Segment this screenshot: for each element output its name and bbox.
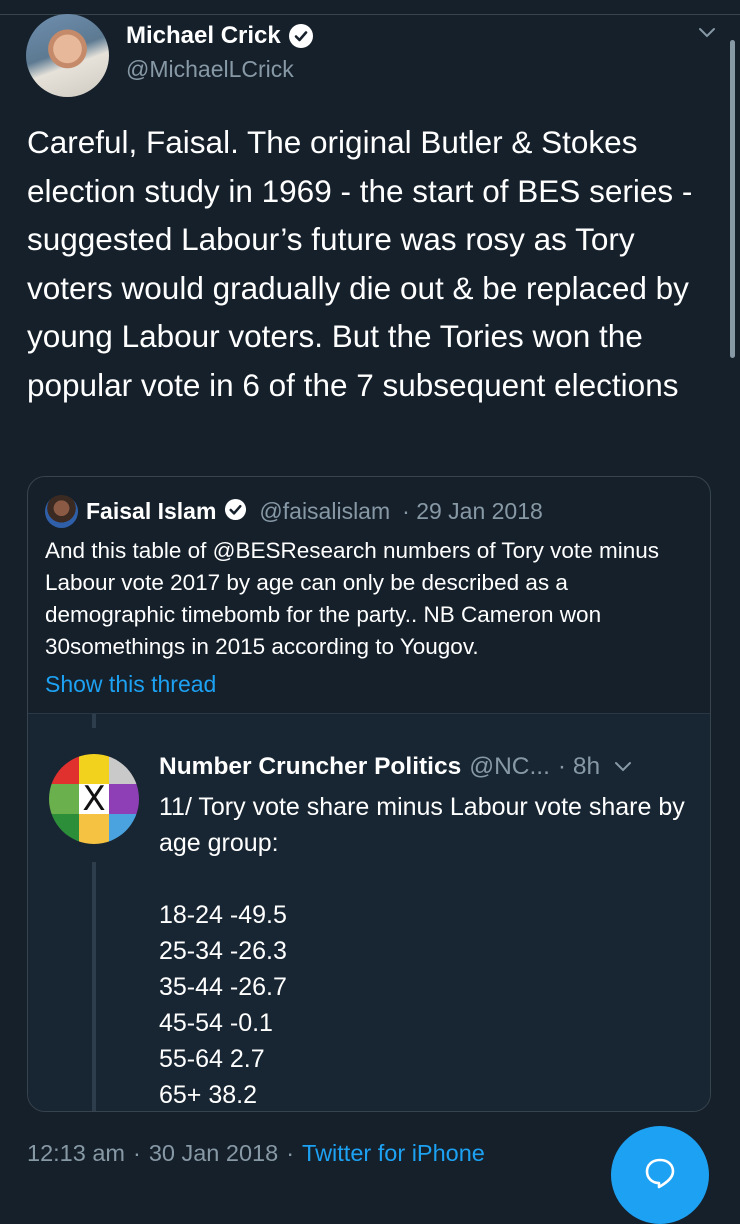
embedded-author-name: Number Cruncher Politics <box>159 753 462 780</box>
quoted-tweet-header: Faisal Islam @faisalislam · 29 Jan 2018 <box>45 495 543 528</box>
author-name-row: Michael Crick <box>126 22 313 50</box>
meta-separator: · <box>132 1140 141 1166</box>
figure-line: 18-24 -49.5 <box>159 901 287 929</box>
verified-badge-icon <box>288 24 313 48</box>
embedded-tweet-figures: 18-24 -49.5 25-34 -26.3 35-44 -26.7 45-5… <box>159 897 287 1111</box>
quoted-author-avatar <box>45 495 78 528</box>
author-name[interactable]: Michael Crick <box>126 22 281 50</box>
quoted-author-name: Faisal Islam <box>86 498 217 524</box>
tweet-time: 12:13 am <box>27 1140 125 1166</box>
quoted-tweet-card[interactable]: Faisal Islam @faisalislam · 29 Jan 2018 … <box>27 476 711 1112</box>
meta-separator: · <box>286 1140 295 1166</box>
tweet-meta: 12:13 am · 30 Jan 2018 · Twitter for iPh… <box>27 1140 485 1167</box>
tweet-body: Careful, Faisal. The original Butler & S… <box>27 124 693 403</box>
tweet-date: 30 Jan 2018 <box>148 1140 279 1166</box>
figure-line: 35-44 -26.7 <box>159 973 287 1001</box>
chevron-down-icon[interactable] <box>698 24 716 42</box>
show-thread-link[interactable]: Show this thread <box>45 671 216 698</box>
embedded-tweet-intro: 11/ Tory vote share minus Labour vote sh… <box>159 793 685 857</box>
author-handle[interactable]: @MichaelLCrick <box>126 56 294 83</box>
top-divider <box>0 0 740 15</box>
figure-line: 55-64 2.7 <box>159 1045 265 1073</box>
figure-line: 45-54 -0.1 <box>159 1009 273 1037</box>
embedded-author-handle: @NC... <box>469 753 550 780</box>
chevron-down-icon <box>615 762 632 772</box>
thread-connector <box>92 714 96 728</box>
thread-connector <box>92 862 96 1111</box>
tweet-source-link[interactable]: Twitter for iPhone <box>302 1140 485 1167</box>
figure-line: 65+ 38.2 <box>159 1081 258 1109</box>
reply-bubble-icon <box>645 1158 675 1189</box>
embedded-avatar-mark: X <box>82 779 106 819</box>
embedded-tweet-time: · 8h <box>557 753 601 780</box>
quoted-tweet-image[interactable]: X Number Cruncher Politics @NC... · 8h 1… <box>28 713 710 1111</box>
quoted-author-handle: @faisalislam <box>259 498 391 524</box>
figure-line: 25-34 -26.3 <box>159 937 287 965</box>
author-avatar[interactable] <box>26 14 109 97</box>
verified-badge-icon <box>224 498 247 526</box>
embedded-tweet-header: Number Cruncher Politics @NC... · 8h <box>159 753 632 781</box>
reply-button[interactable] <box>611 1126 709 1224</box>
scrollbar[interactable] <box>730 40 735 358</box>
quoted-tweet-date: · 29 Jan 2018 <box>402 498 543 524</box>
quoted-tweet-body: And this table of @BESResearch numbers o… <box>45 538 659 659</box>
